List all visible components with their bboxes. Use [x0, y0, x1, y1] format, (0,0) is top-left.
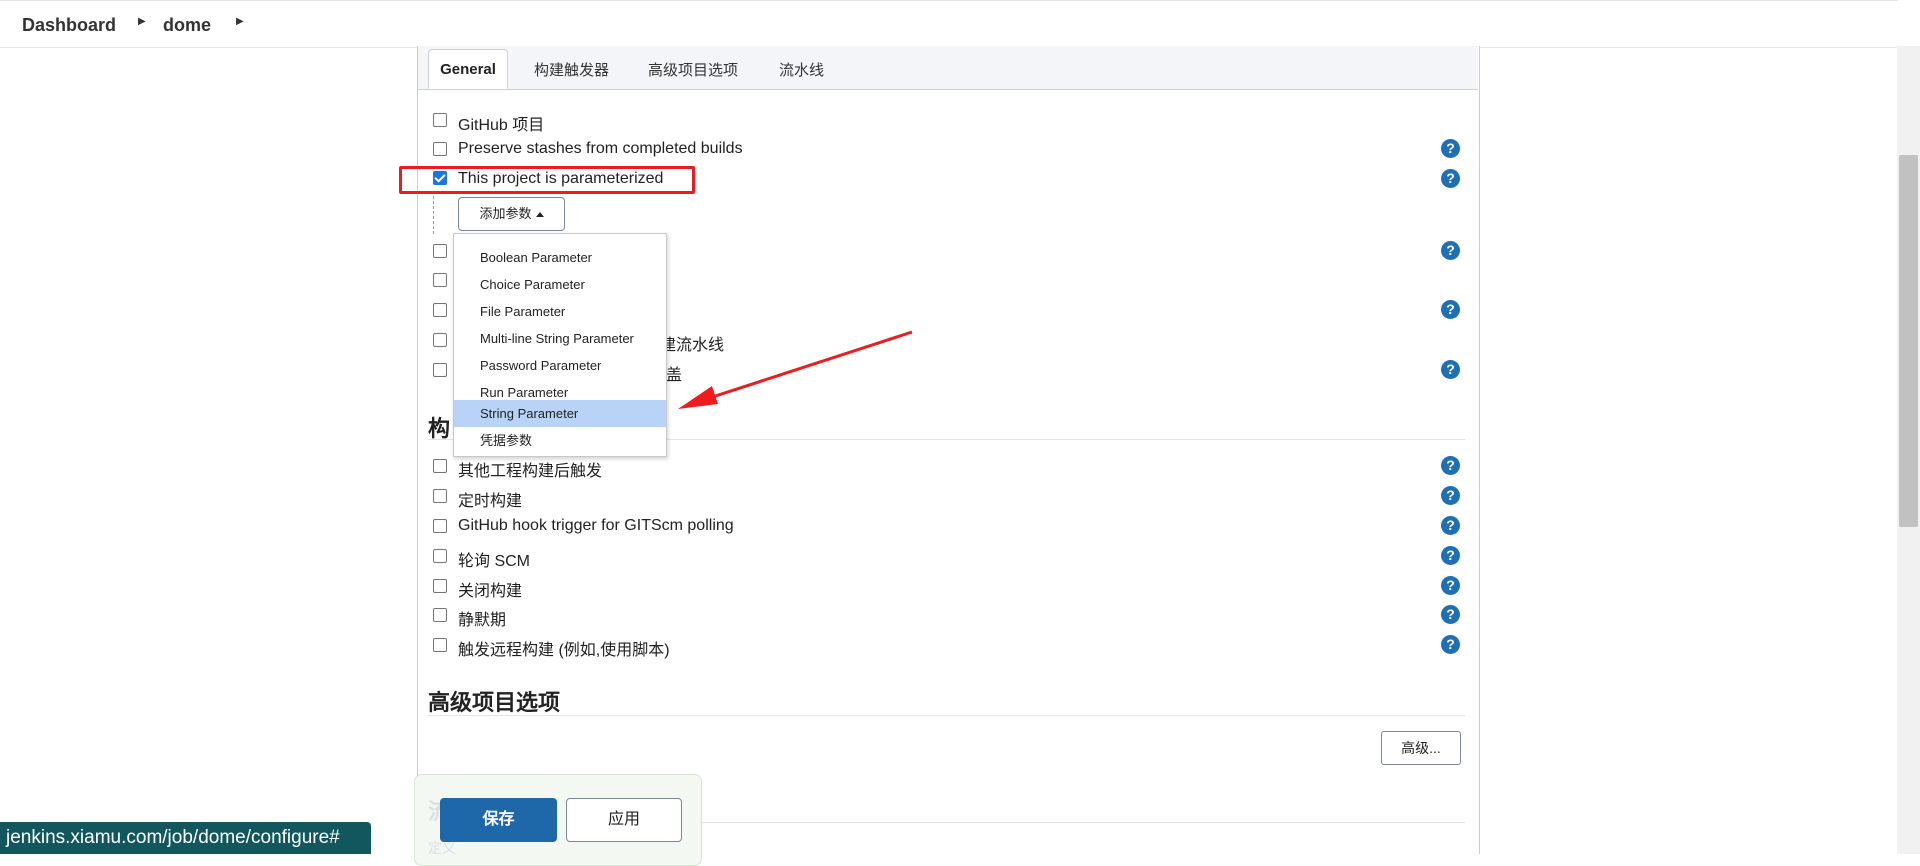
breadcrumb: Dashboard ▶ dome ▶: [0, 0, 1898, 48]
option-checkbox[interactable]: [433, 333, 447, 347]
section-divider: [428, 715, 1465, 716]
tab-pipeline[interactable]: 流水线: [779, 59, 824, 80]
trigger-quiet-period-checkbox[interactable]: [433, 608, 447, 622]
github-project-label: GitHub 项目: [458, 117, 545, 134]
add-parameter-button[interactable]: 添加参数: [458, 197, 565, 231]
trigger-label: 关闭构建: [458, 583, 523, 600]
tab-build-triggers[interactable]: 构建触发器: [534, 59, 609, 80]
tab-advanced-options[interactable]: 高级项目选项: [648, 59, 738, 80]
menu-item-password-parameter[interactable]: Password Parameter: [454, 352, 666, 379]
option-checkbox[interactable]: [433, 244, 447, 258]
chevron-right-icon[interactable]: ▶: [236, 16, 244, 27]
status-bar-url: jenkins.xiamu.com/job/dome/configure#: [0, 822, 371, 854]
menu-item-multiline-string-parameter[interactable]: Multi-line String Parameter: [454, 325, 666, 352]
save-button[interactable]: 保存: [440, 798, 557, 842]
apply-button[interactable]: 应用: [566, 798, 682, 842]
menu-item-file-parameter[interactable]: File Parameter: [454, 298, 666, 325]
help-icon[interactable]: ?: [1441, 546, 1460, 565]
preserve-stashes-checkbox[interactable]: [433, 142, 447, 156]
trigger-github-hook-checkbox[interactable]: [433, 519, 447, 533]
parameter-type-menu: Boolean Parameter Choice Parameter File …: [453, 233, 667, 457]
help-icon[interactable]: ?: [1441, 456, 1460, 475]
option-label-fragment: 建流水线: [660, 337, 725, 354]
trigger-label: GitHub hook trigger for GITScm polling: [458, 517, 734, 534]
add-parameter-label: 添加参数: [479, 206, 532, 221]
chevron-right-icon[interactable]: ▶: [138, 16, 146, 27]
parameter-guide-line: [433, 196, 434, 234]
option-checkbox[interactable]: [433, 273, 447, 287]
trigger-label: 定时构建: [458, 493, 523, 510]
help-icon[interactable]: ?: [1441, 635, 1460, 654]
menu-item-boolean-parameter[interactable]: Boolean Parameter: [454, 244, 666, 271]
help-icon[interactable]: ?: [1441, 139, 1460, 158]
help-icon[interactable]: ?: [1441, 516, 1460, 535]
trigger-label: 其他工程构建后触发: [458, 463, 603, 480]
help-icon[interactable]: ?: [1441, 169, 1460, 188]
help-icon[interactable]: ?: [1441, 241, 1460, 260]
menu-item-credentials-parameter[interactable]: 凭据参数: [454, 427, 666, 454]
scrollbar-thumb[interactable]: [1899, 155, 1918, 527]
caret-up-icon: [535, 212, 544, 218]
help-icon[interactable]: ?: [1441, 360, 1460, 379]
help-icon[interactable]: ?: [1441, 605, 1460, 624]
trigger-poll-scm-checkbox[interactable]: [433, 549, 447, 563]
config-tabbar: 构建触发器 高级项目选项 流水线: [418, 46, 1478, 90]
tab-general[interactable]: General: [428, 49, 508, 89]
trigger-disable-build-checkbox[interactable]: [433, 579, 447, 593]
option-checkbox[interactable]: [433, 303, 447, 317]
trigger-label: 轮询 SCM: [458, 553, 531, 570]
trigger-remote-build-checkbox[interactable]: [433, 638, 447, 652]
advanced-button[interactable]: 高级...: [1381, 731, 1461, 765]
help-icon[interactable]: ?: [1441, 486, 1460, 505]
annotation-highlight-box: [399, 166, 695, 194]
trigger-periodic-checkbox[interactable]: [433, 489, 447, 503]
option-label-fragment: 盖: [666, 367, 683, 384]
menu-item-string-parameter[interactable]: String Parameter: [454, 400, 666, 427]
trigger-after-other-builds-checkbox[interactable]: [433, 459, 447, 473]
help-icon[interactable]: ?: [1441, 576, 1460, 595]
github-project-checkbox[interactable]: [433, 113, 447, 127]
preserve-stashes-label: Preserve stashes from completed builds: [458, 140, 743, 157]
option-checkbox[interactable]: [433, 363, 447, 377]
advanced-options-title: 高级项目选项: [428, 690, 561, 715]
breadcrumb-dashboard[interactable]: Dashboard: [22, 15, 116, 36]
help-icon[interactable]: ?: [1441, 300, 1460, 319]
menu-item-choice-parameter[interactable]: Choice Parameter: [454, 271, 666, 298]
breadcrumb-job[interactable]: dome: [163, 15, 211, 36]
trigger-label: 触发远程构建 (例如,使用脚本): [458, 642, 670, 659]
trigger-label: 静默期: [458, 612, 507, 629]
